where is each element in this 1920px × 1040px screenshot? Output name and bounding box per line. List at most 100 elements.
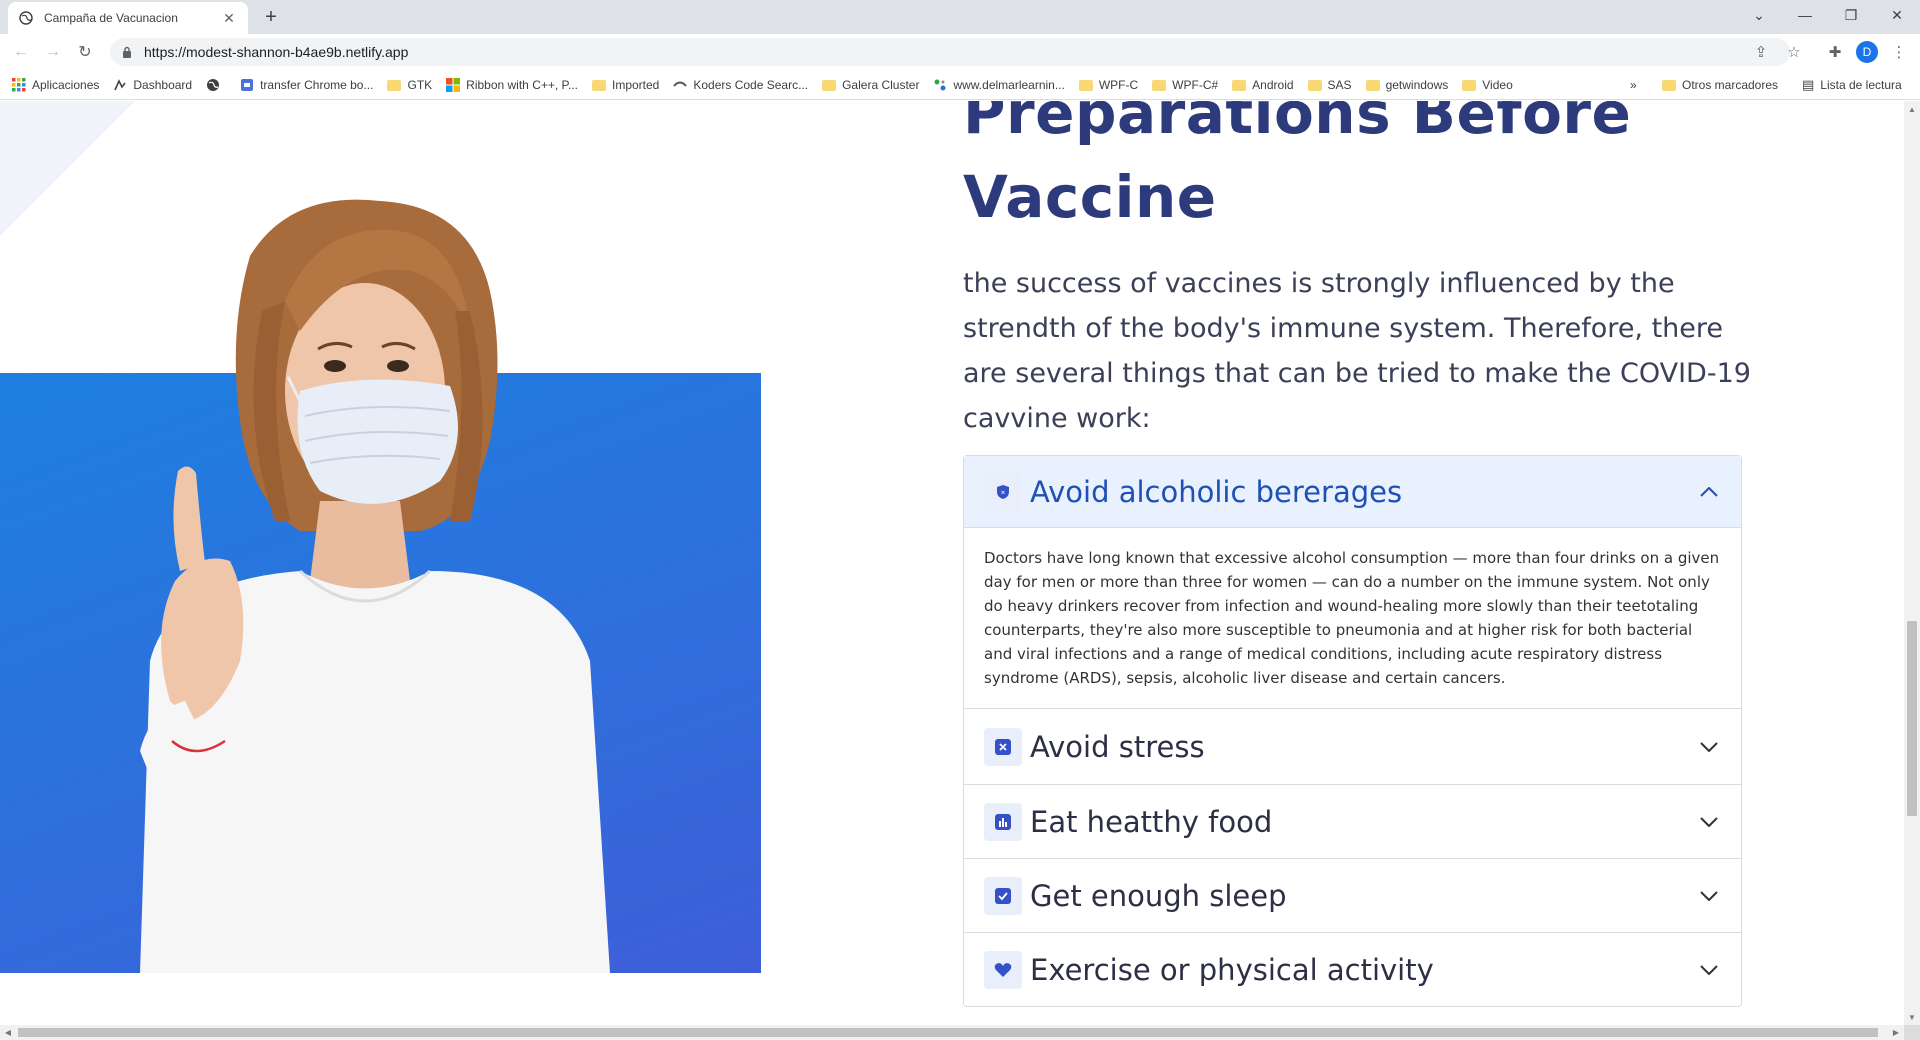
horizontal-scroll-thumb[interactable] xyxy=(18,1028,1878,1037)
bookmark-14[interactable]: getwindows xyxy=(1365,77,1449,92)
reload-icon[interactable]: ↻ xyxy=(72,40,98,64)
svg-text:✕: ✕ xyxy=(1000,490,1005,496)
bookmark-0[interactable]: Aplicaciones xyxy=(12,77,99,92)
share-icon[interactable]: ⇪ xyxy=(1748,40,1774,64)
woman-with-mask-image xyxy=(140,199,610,973)
scroll-left-icon[interactable]: ◀ xyxy=(0,1025,16,1040)
intro-paragraph: the success of vaccines is strongly infl… xyxy=(963,268,1751,434)
bookmark-15[interactable]: Video xyxy=(1462,78,1513,92)
bookmark-label: getwindows xyxy=(1385,77,1449,92)
page-viewport: Preparations Before Vaccine the success … xyxy=(0,101,1904,1025)
accordion-item: Avoid stress xyxy=(964,708,1741,784)
vertical-scrollbar[interactable]: ▲ ▼ xyxy=(1904,101,1920,1025)
accordion-label: Exercise or physical activity xyxy=(1030,952,1434,987)
accordion-header[interactable]: Get enough sleep xyxy=(964,859,1741,932)
accordion-label: Avoid stress xyxy=(1030,729,1205,764)
chevron-up-icon[interactable] xyxy=(1697,480,1721,504)
bookmark-8[interactable]: Galera Cluster xyxy=(822,78,919,92)
bookmark-label: transfer Chrome bo... xyxy=(260,77,374,92)
bookmark-label: Ribbon with C++, P... xyxy=(466,77,578,92)
accordion-label: Avoid alcoholic bererages xyxy=(1030,474,1403,509)
scroll-down-icon[interactable]: ▼ xyxy=(1904,1009,1920,1025)
horizontal-scrollbar[interactable]: ◀ ▶ xyxy=(0,1025,1904,1040)
browser-tab[interactable]: Campaña de Vacunacion ✕ xyxy=(8,2,248,34)
bookmark-star-icon[interactable]: ☆ xyxy=(1781,40,1807,64)
check-square-icon xyxy=(984,876,1022,915)
globe-favicon-icon xyxy=(18,10,34,26)
bookmark-9[interactable]: www.delmarlearnin... xyxy=(933,77,1065,92)
other-bookmarks-label: Otros marcadores xyxy=(1682,78,1779,92)
accordion-header[interactable]: Eat heatthy food xyxy=(964,785,1741,858)
bookmark-label: Galera Cluster xyxy=(842,77,920,92)
reading-list-icon: ▤ xyxy=(1802,77,1815,92)
bookmark-label: Imported xyxy=(612,77,660,92)
scrollbar-corner xyxy=(1904,1025,1920,1040)
globe-icon xyxy=(206,78,220,92)
bookmark-label: www.delmarlearnin... xyxy=(953,77,1065,92)
restore-button[interactable]: ❐ xyxy=(1828,0,1874,30)
bookmark-12[interactable]: Android xyxy=(1232,77,1294,92)
heart-icon xyxy=(984,950,1022,989)
extensions-icon[interactable]: ✚ xyxy=(1822,40,1848,64)
tab-search-icon[interactable]: ⌄ xyxy=(1736,0,1782,30)
delmar-icon xyxy=(933,78,947,92)
bookmark-11[interactable]: WPF-C# xyxy=(1152,78,1218,92)
page-title-line-1: Preparations Before xyxy=(963,101,1632,147)
folder-icon xyxy=(387,78,402,92)
more-bookmarks-button[interactable]: » xyxy=(1630,70,1637,100)
bookmark-label: WPF-C# xyxy=(1172,77,1219,92)
bookmark-7[interactable]: Koders Code Searc... xyxy=(673,78,808,92)
folder-icon xyxy=(1462,78,1477,92)
reading-list-button[interactable]: ▤ Lista de lectura xyxy=(1802,70,1902,100)
chevron-down-icon[interactable] xyxy=(1697,884,1721,908)
bookmark-label: Android xyxy=(1252,77,1294,92)
profile-avatar[interactable]: D xyxy=(1856,41,1878,63)
close-window-button[interactable]: ✕ xyxy=(1874,0,1920,30)
bookmark-5[interactable]: Ribbon with C++, P... xyxy=(446,77,578,92)
koders-icon xyxy=(673,78,688,92)
accordion-item: Exercise or physical activity xyxy=(964,932,1741,1006)
bookmark-label: SAS xyxy=(1327,77,1352,92)
menu-icon[interactable]: ⋮ xyxy=(1886,40,1912,64)
chevron-down-icon[interactable] xyxy=(1697,810,1721,834)
accordion-label: Eat heatthy food xyxy=(1030,804,1273,839)
forward-icon[interactable]: → xyxy=(40,40,66,64)
bar-chart-icon xyxy=(984,802,1022,841)
page-title-line-2: Vaccine xyxy=(963,163,1217,231)
browser-toolbar: ← → ↻ https://modest-shannon-b4ae9b.netl… xyxy=(0,34,1920,70)
chevron-down-icon[interactable] xyxy=(1697,735,1721,759)
bookmark-13[interactable]: SAS xyxy=(1307,77,1352,92)
accordion-header[interactable]: ✕ Avoid alcoholic bererages xyxy=(964,456,1741,528)
tab-close-icon[interactable]: ✕ xyxy=(220,10,238,27)
vertical-scroll-thumb[interactable] xyxy=(1907,621,1917,816)
folder-icon xyxy=(1365,78,1380,92)
bookmark-10[interactable]: WPF-C xyxy=(1078,77,1139,92)
accordion-label: Get enough sleep xyxy=(1030,878,1287,913)
accordion-item: Get enough sleep xyxy=(964,858,1741,932)
bookmark-label: WPF-C xyxy=(1098,77,1139,92)
bookmark-4[interactable]: GTK xyxy=(387,78,432,92)
preparations-accordion: ✕ Avoid alcoholic bererages Doctors have l… xyxy=(963,455,1742,1007)
bookmark-6[interactable]: Imported xyxy=(592,78,659,92)
minimize-button[interactable]: — xyxy=(1782,0,1828,30)
url-text: https://modest-shannon-b4ae9b.netlify.ap… xyxy=(144,44,409,60)
dashboard-icon xyxy=(113,78,127,92)
scroll-right-icon[interactable]: ▶ xyxy=(1888,1025,1904,1040)
folder-icon xyxy=(1078,78,1093,92)
scroll-up-icon[interactable]: ▲ xyxy=(1904,101,1920,117)
bookmark-1[interactable]: Dashboard xyxy=(113,78,192,92)
bookmark-2[interactable] xyxy=(206,78,226,92)
chevron-down-icon[interactable] xyxy=(1697,958,1721,982)
shield-icon: ✕ xyxy=(984,472,1022,511)
accordion-item: Eat heatthy food xyxy=(964,784,1741,858)
accordion-header[interactable]: Avoid stress xyxy=(964,709,1741,784)
new-tab-button[interactable]: + xyxy=(258,4,284,30)
windows-logo-icon xyxy=(446,77,461,92)
accordion-header[interactable]: Exercise or physical activity xyxy=(964,933,1741,1006)
address-bar[interactable]: https://modest-shannon-b4ae9b.netlify.ap… xyxy=(110,38,1790,66)
bookmark-label: GTK xyxy=(407,77,433,92)
back-icon[interactable]: ← xyxy=(8,40,34,64)
bookmark-3[interactable]: transfer Chrome bo... xyxy=(240,78,373,92)
other-bookmarks-button[interactable]: Otros marcadores xyxy=(1662,70,1778,100)
folder-icon xyxy=(1232,78,1247,92)
